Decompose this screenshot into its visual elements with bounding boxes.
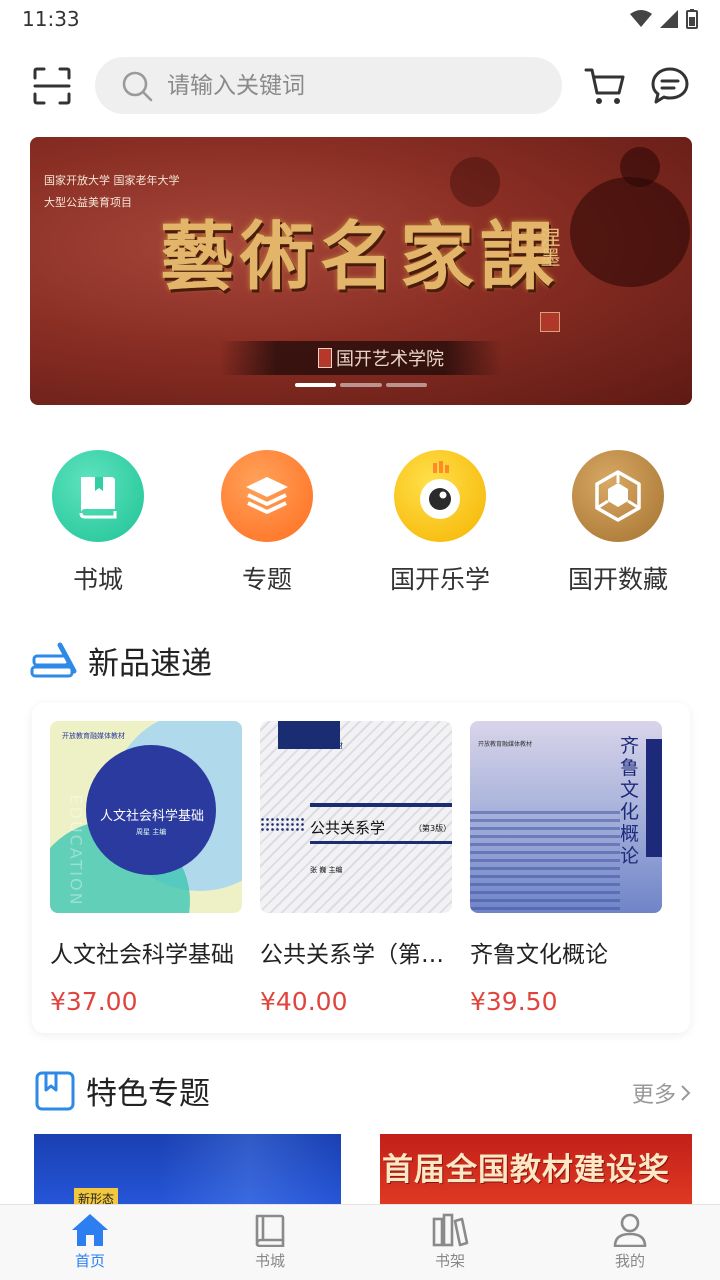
- banner-caption: 国开艺术学院: [318, 345, 444, 371]
- nav-label: 书架: [434, 1252, 465, 1270]
- cover-title: 公共关系学: [310, 819, 386, 837]
- books-stack-icon: [30, 642, 77, 677]
- carousel-dot: [295, 383, 337, 387]
- nav-label: 首页: [74, 1252, 105, 1270]
- chevron-right-icon: [681, 1085, 691, 1101]
- banner-caption-text: 国开艺术学院: [336, 349, 444, 370]
- category-icon-bg: [221, 450, 313, 542]
- header: [0, 56, 720, 116]
- section-topics-header: 特色专题: [34, 1068, 210, 1113]
- layers-icon: [246, 477, 288, 514]
- banner-project-line: 大型公益美育项目: [44, 196, 132, 209]
- product-cover: 开放教育融媒体教材 公共关系学 （第3版） 张 巍 主编: [260, 721, 452, 913]
- section-new-products-header: 新品速递: [30, 638, 212, 683]
- bottom-nav: 首页 书城 书架 我的: [0, 1204, 720, 1280]
- cover-author: 周星 主编: [136, 828, 167, 836]
- ink-splash: [620, 147, 660, 187]
- bookmark-book-icon: [35, 1071, 75, 1110]
- book-icon: [255, 1214, 285, 1247]
- product-name: 人文社会科学基础: [50, 942, 234, 968]
- cover-title: 齐鲁文化概论: [620, 735, 640, 867]
- cover-side-text: EDUCATION: [66, 794, 86, 907]
- user-icon: [613, 1213, 647, 1247]
- category-icon-bg: [394, 450, 486, 542]
- status-bar: 11:33: [0, 0, 720, 38]
- category-label: 国开数藏: [567, 565, 668, 594]
- product-cover: 开放教育融媒体教材 齐鲁文化概论: [470, 721, 662, 913]
- more-link[interactable]: 更多: [632, 1077, 692, 1109]
- eye-icon: [420, 461, 460, 519]
- banner-org-line: 国家开放大学 国家老年大学: [44, 174, 180, 187]
- book-icon: [79, 477, 117, 519]
- category-icon-bg: [572, 450, 664, 542]
- nav-label: 书城: [254, 1252, 285, 1270]
- product-item[interactable]: 开放教育融媒体教材 人文社会科学基础 周星 主编 EDUCATION 人文社会科…: [50, 721, 242, 1016]
- search-bar[interactable]: [95, 57, 562, 114]
- search-icon: [122, 71, 153, 101]
- message-icon[interactable]: [650, 66, 690, 106]
- category-label: 国开乐学: [389, 565, 490, 594]
- cover-author: 张 巍 主编: [310, 866, 343, 874]
- product-name: 齐鲁文化概论: [470, 942, 608, 968]
- category-icon-bg: [52, 450, 144, 542]
- product-price: ¥37.00: [50, 987, 138, 1016]
- category-guokai-shucang[interactable]: 国开数藏: [543, 450, 693, 596]
- category-bookstore[interactable]: 书城: [23, 450, 173, 596]
- product-price: ¥39.50: [470, 987, 558, 1016]
- more-label: 更多: [631, 1083, 676, 1108]
- cube-icon: [595, 470, 641, 522]
- product-price: ¥40.00: [260, 987, 348, 1016]
- category-label: 书城: [72, 565, 123, 594]
- category-guokai-lexue[interactable]: 国开乐学: [365, 450, 515, 596]
- seal-icon: [540, 312, 560, 332]
- new-products-card: 开放教育融媒体教材 人文社会科学基础 周星 主编 EDUCATION 人文社会科…: [32, 703, 690, 1033]
- cover-series: 开放教育融媒体教材: [62, 732, 125, 740]
- status-icons: [630, 9, 698, 29]
- carousel-indicator: [295, 383, 427, 387]
- signal-icon: [660, 10, 678, 28]
- search-input[interactable]: [167, 72, 527, 99]
- nav-label: 我的: [614, 1252, 645, 1270]
- wifi-icon: [630, 10, 652, 27]
- product-item[interactable]: 开放教育融媒体教材 公共关系学 （第3版） 张 巍 主编 公共关系学（第3版） …: [260, 721, 452, 1016]
- topic-banner-title: 首届全国教材建设奖: [382, 1152, 670, 1188]
- cart-icon[interactable]: [584, 66, 626, 106]
- school-logo-icon: [318, 348, 332, 368]
- cover-edition: （第3版）: [414, 824, 452, 833]
- nav-bookstore[interactable]: 书城: [180, 1205, 360, 1280]
- nav-bookshelf[interactable]: 书架: [360, 1205, 540, 1280]
- nav-profile[interactable]: 我的: [540, 1205, 720, 1280]
- shelf-icon: [432, 1213, 469, 1247]
- carousel-dot: [340, 383, 382, 387]
- product-name: 公共关系学（第3版）: [260, 942, 450, 968]
- ink-splash: [570, 177, 690, 287]
- battery-icon: [686, 9, 698, 29]
- promo-banner[interactable]: 国家开放大学 国家老年大学 大型公益美育项目 藝術名家課 涅墨 国开艺术学院: [30, 137, 692, 405]
- status-time: 11:33: [22, 7, 80, 31]
- cover-title: 人文社会科学基础: [100, 809, 205, 824]
- product-item[interactable]: 开放教育融媒体教材 齐鲁文化概论 齐鲁文化概论 ¥39.50: [470, 721, 662, 1016]
- product-cover: 开放教育融媒体教材 人文社会科学基础 周星 主编 EDUCATION: [50, 721, 242, 913]
- scan-icon[interactable]: [32, 66, 72, 106]
- home-icon: [72, 1214, 108, 1246]
- topic-banner-left[interactable]: 新形态: [34, 1134, 341, 1206]
- category-topics[interactable]: 专题: [192, 450, 342, 596]
- topic-banner-right[interactable]: 首届全国教材建设奖: [380, 1134, 692, 1206]
- carousel-dot: [385, 383, 427, 387]
- section-title: 特色专题: [86, 1076, 210, 1112]
- section-title: 新品速递: [88, 646, 212, 682]
- banner-title: 藝術名家課: [160, 214, 560, 300]
- cover-series: 开放教育融媒体教材: [280, 742, 343, 750]
- cover-series: 开放教育融媒体教材: [478, 741, 533, 748]
- category-label: 专题: [241, 565, 292, 594]
- nav-home[interactable]: 首页: [0, 1205, 180, 1280]
